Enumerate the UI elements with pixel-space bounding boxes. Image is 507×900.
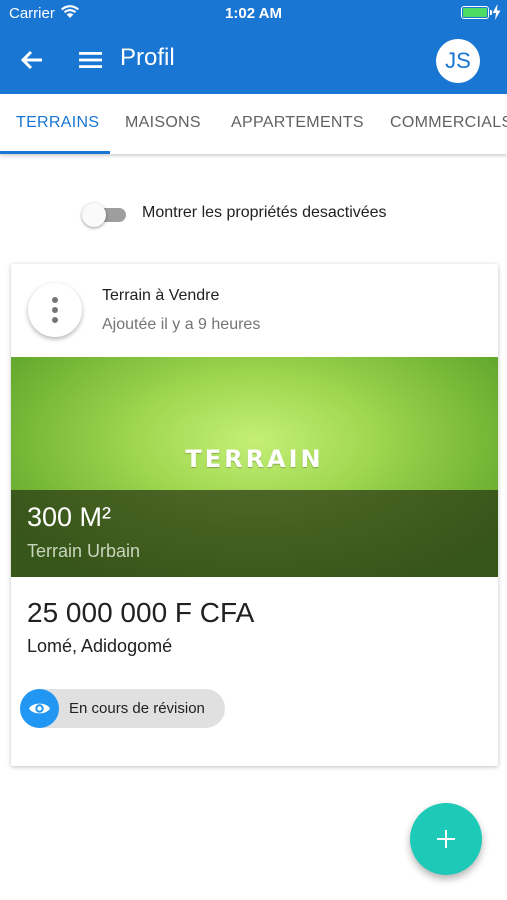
app-header: Carrier 1:02 AM Profil JS [0,0,507,94]
listing-location: Lomé, Adidogomé [27,636,173,656]
tab-maisons[interactable]: MAISONS [125,94,201,154]
listing-image[interactable]: TERRAIN 300 M² Terrain Urbain [11,357,498,577]
eye-icon [20,689,59,728]
add-property-button[interactable] [410,803,482,875]
listing-image-overlay: 300 M² Terrain Urbain [11,490,498,577]
app-bar: Profil JS [0,26,507,94]
status-label: En cours de révision [69,700,205,717]
tab-terrains[interactable]: TERRAINS [16,94,99,154]
listing-area-type: Terrain Urbain [27,541,141,561]
battery-icon [461,6,492,19]
tab-commercials[interactable]: COMMERCIALS [390,94,507,154]
status-badge: En cours de révision [20,689,225,728]
avatar[interactable]: JS [436,39,480,83]
status-bar: Carrier 1:02 AM [0,0,507,26]
menu-icon[interactable] [76,46,106,74]
show-deactivated-label: Montrer les propriétés desactivées [142,204,387,221]
listing-area: 300 M² [27,502,112,532]
listing-image-text: TERRAIN [185,445,324,473]
property-card[interactable]: Terrain à Vendre Ajoutée il y a 9 heures… [11,264,498,766]
listing-added-time: Ajoutée il y a 9 heures [102,316,261,333]
more-vert-icon [52,297,58,303]
show-deactivated-switch[interactable] [82,202,128,227]
page-title: Profil [120,44,175,71]
listing-price: 25 000 000 F CFA [27,597,255,628]
charging-bolt-icon [492,4,501,20]
property-type-tabs: TERRAINS MAISONS APPARTEMENTS COMMERCIAL… [0,94,507,154]
more-options-button[interactable] [28,283,82,337]
active-tab-indicator [0,151,110,154]
tab-appartements[interactable]: APPARTEMENTS [231,94,364,154]
clock: 1:02 AM [225,5,282,22]
arrow-back-icon[interactable] [16,46,48,74]
listing-title: Terrain à Vendre [102,287,220,304]
